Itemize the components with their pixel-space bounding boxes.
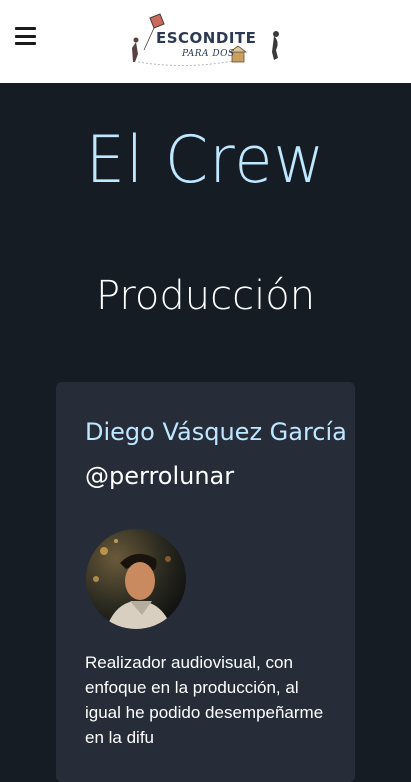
hamburger-line [15,27,36,30]
avatar [86,529,186,629]
crew-member-card: Diego Vásquez García @perrolunar Realiza… [56,382,355,782]
hamburger-line [15,42,36,45]
top-navbar: ESCONDITE PARA DOS [0,0,411,83]
section-heading: Producción [95,273,316,319]
member-handle[interactable]: @perrolunar [85,462,234,490]
logo-title: ESCONDITE [156,29,257,47]
main-content: El Crew Producción Diego Vásquez García … [0,83,411,782]
member-bio: Realizador audiovisual, con enfoque en l… [85,653,324,747]
member-name: Diego Vásquez García [85,418,347,446]
hamburger-menu-icon[interactable] [15,27,36,45]
logo-subtitle: PARA DOS [182,49,235,59]
hamburger-line [15,34,36,38]
page-title: El Crew [85,121,326,198]
site-logo[interactable]: ESCONDITE PARA DOS [128,12,284,68]
profile-photo-icon [86,529,186,629]
